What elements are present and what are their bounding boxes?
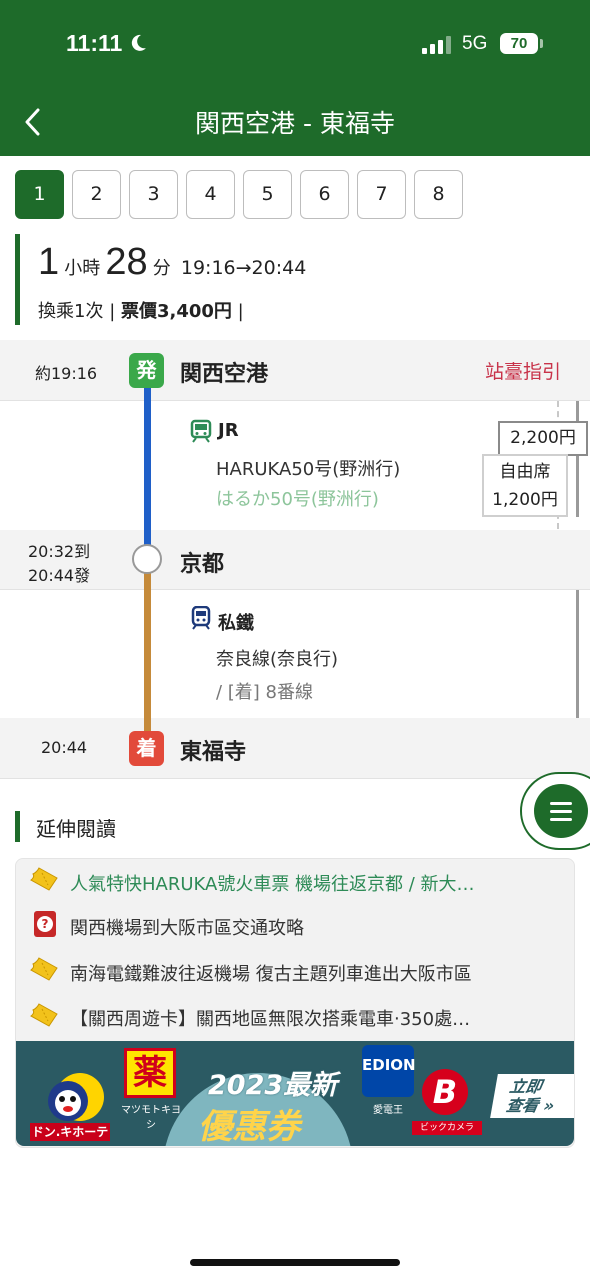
route-tab-3[interactable]: 3 [129,170,178,219]
duration-minutes: 28 [105,241,148,283]
signal-icon [422,34,454,54]
leg2-operator: 私鐵 [218,613,254,634]
departure-badge: 発 [129,353,164,388]
ticket-icon [30,1003,58,1027]
seat-type: 自由席 [499,462,551,482]
leg1-fare: 2,200円 [498,421,588,456]
further-reading-title: 延伸閱讀 [36,817,116,841]
status-time: 11:11 [66,30,123,56]
transfer-arrive-time: 20:32到 [28,542,91,561]
trip-duration: 1 小時 28 分 19:16→20:44 [38,241,306,284]
transfer-depart-time: 20:44發 [28,566,91,585]
platform-guide-link[interactable]: 站臺指引 [485,357,561,384]
route-tab-7[interactable]: 7 [357,170,406,219]
seat-fare: 1,200円 [492,490,558,510]
bic-sub: ビックカメラ [412,1121,482,1135]
reading-link[interactable]: 【關西周遊卡】關西地區無限次搭乘電車‧350處… [70,1005,470,1031]
leg1-train-jp: はるか50号(野洲行) [216,489,379,510]
donki-label: ドン.キホーテ [30,1123,110,1141]
reading-link[interactable]: 関西機場到大阪市區交通攻略 [70,914,304,940]
leg2-platform: / [着] 8番線 [216,682,314,703]
leg1-train: HARUKA50号(野洲行) [216,459,401,480]
reading-link[interactable]: 南海電鐵難波往返機場 復古主題列車進出大阪市區 [70,960,472,986]
arrival-badge: 着 [129,731,164,766]
separator: | [109,301,121,322]
view-now-button[interactable]: 立即 查看 » [490,1074,574,1118]
subway-icon [191,606,211,630]
leg1-operator: JR [218,420,239,441]
app-header: 11:11 5G 70 関西空港 - 東福寺 [0,0,590,156]
arrival-station[interactable]: 東福寺 [180,734,246,766]
leg2-line: 奈良線(奈良行) [216,649,339,670]
route-tab-6[interactable]: 6 [300,170,349,219]
route-tab-4[interactable]: 4 [186,170,235,219]
route-tab-2[interactable]: 2 [72,170,121,219]
network-label: 5G [462,33,488,54]
battery-indicator: 70 [500,33,538,54]
ticket-icon [30,867,58,891]
bic-logo: B [422,1069,468,1115]
yaku-logo: 薬 [124,1048,176,1098]
separator: | [237,301,244,322]
minutes-unit: 分 [152,258,171,279]
page-title: 関西空港 - 東福寺 [195,109,395,138]
divider [0,778,590,779]
seat-fare-box: 自由席 1,200円 [482,454,568,517]
divider [0,400,590,401]
jr-line-segment [144,380,151,546]
menu-icon[interactable] [534,784,588,838]
arrival-time: 20:44 [41,738,88,757]
private-line-segment [144,572,151,740]
moon-icon [131,34,146,51]
route-tab-1[interactable]: 1 [15,170,64,219]
trip-meta: 換乘1次 | 票價3,400円 | [38,297,244,323]
edion-sub: 愛電王 [373,1105,403,1116]
arrival-row [0,718,590,778]
home-indicator [190,1259,400,1266]
reading-link[interactable]: 人氣特快HARUKA號火車票 機場往返京都 / 新大… [70,870,475,896]
departure-time: 約19:16 [35,364,98,383]
donki-mascot-icon [48,1073,104,1121]
transfer-count: 換乘1次 [38,301,104,322]
section-accent-bar [15,811,20,842]
transfer-station[interactable]: 京都 [180,546,224,578]
banner-coupon-text: 優惠券 [198,1107,300,1146]
divider [0,589,590,590]
banner-year-text: 2023最新 [208,1070,338,1101]
route-tab-8[interactable]: 8 [414,170,463,219]
book-icon [34,911,56,937]
yaku-sub: マツモトキヨシ [121,1105,181,1131]
coupon-banner[interactable]: ドン.キホーテ 薬 マツモトキヨシ 2023最新 優惠券 EDION 愛電王 B… [16,1041,574,1146]
ticket-icon [30,957,58,981]
summary-accent-bar [15,234,20,325]
hours-unit: 小時 [64,258,101,279]
duration-hours: 1 [38,241,60,283]
departure-station[interactable]: 関西空港 [180,356,268,388]
time-range: 19:16→20:44 [180,257,307,279]
fare-bracket [576,401,579,517]
route-tab-5[interactable]: 5 [243,170,292,219]
train-icon [190,419,212,443]
fare-bracket [576,590,579,718]
total-fare: 票價3,400円 [120,301,232,322]
battery-tip [540,39,543,48]
transfer-node [132,544,162,574]
edion-logo: EDION [362,1045,416,1097]
